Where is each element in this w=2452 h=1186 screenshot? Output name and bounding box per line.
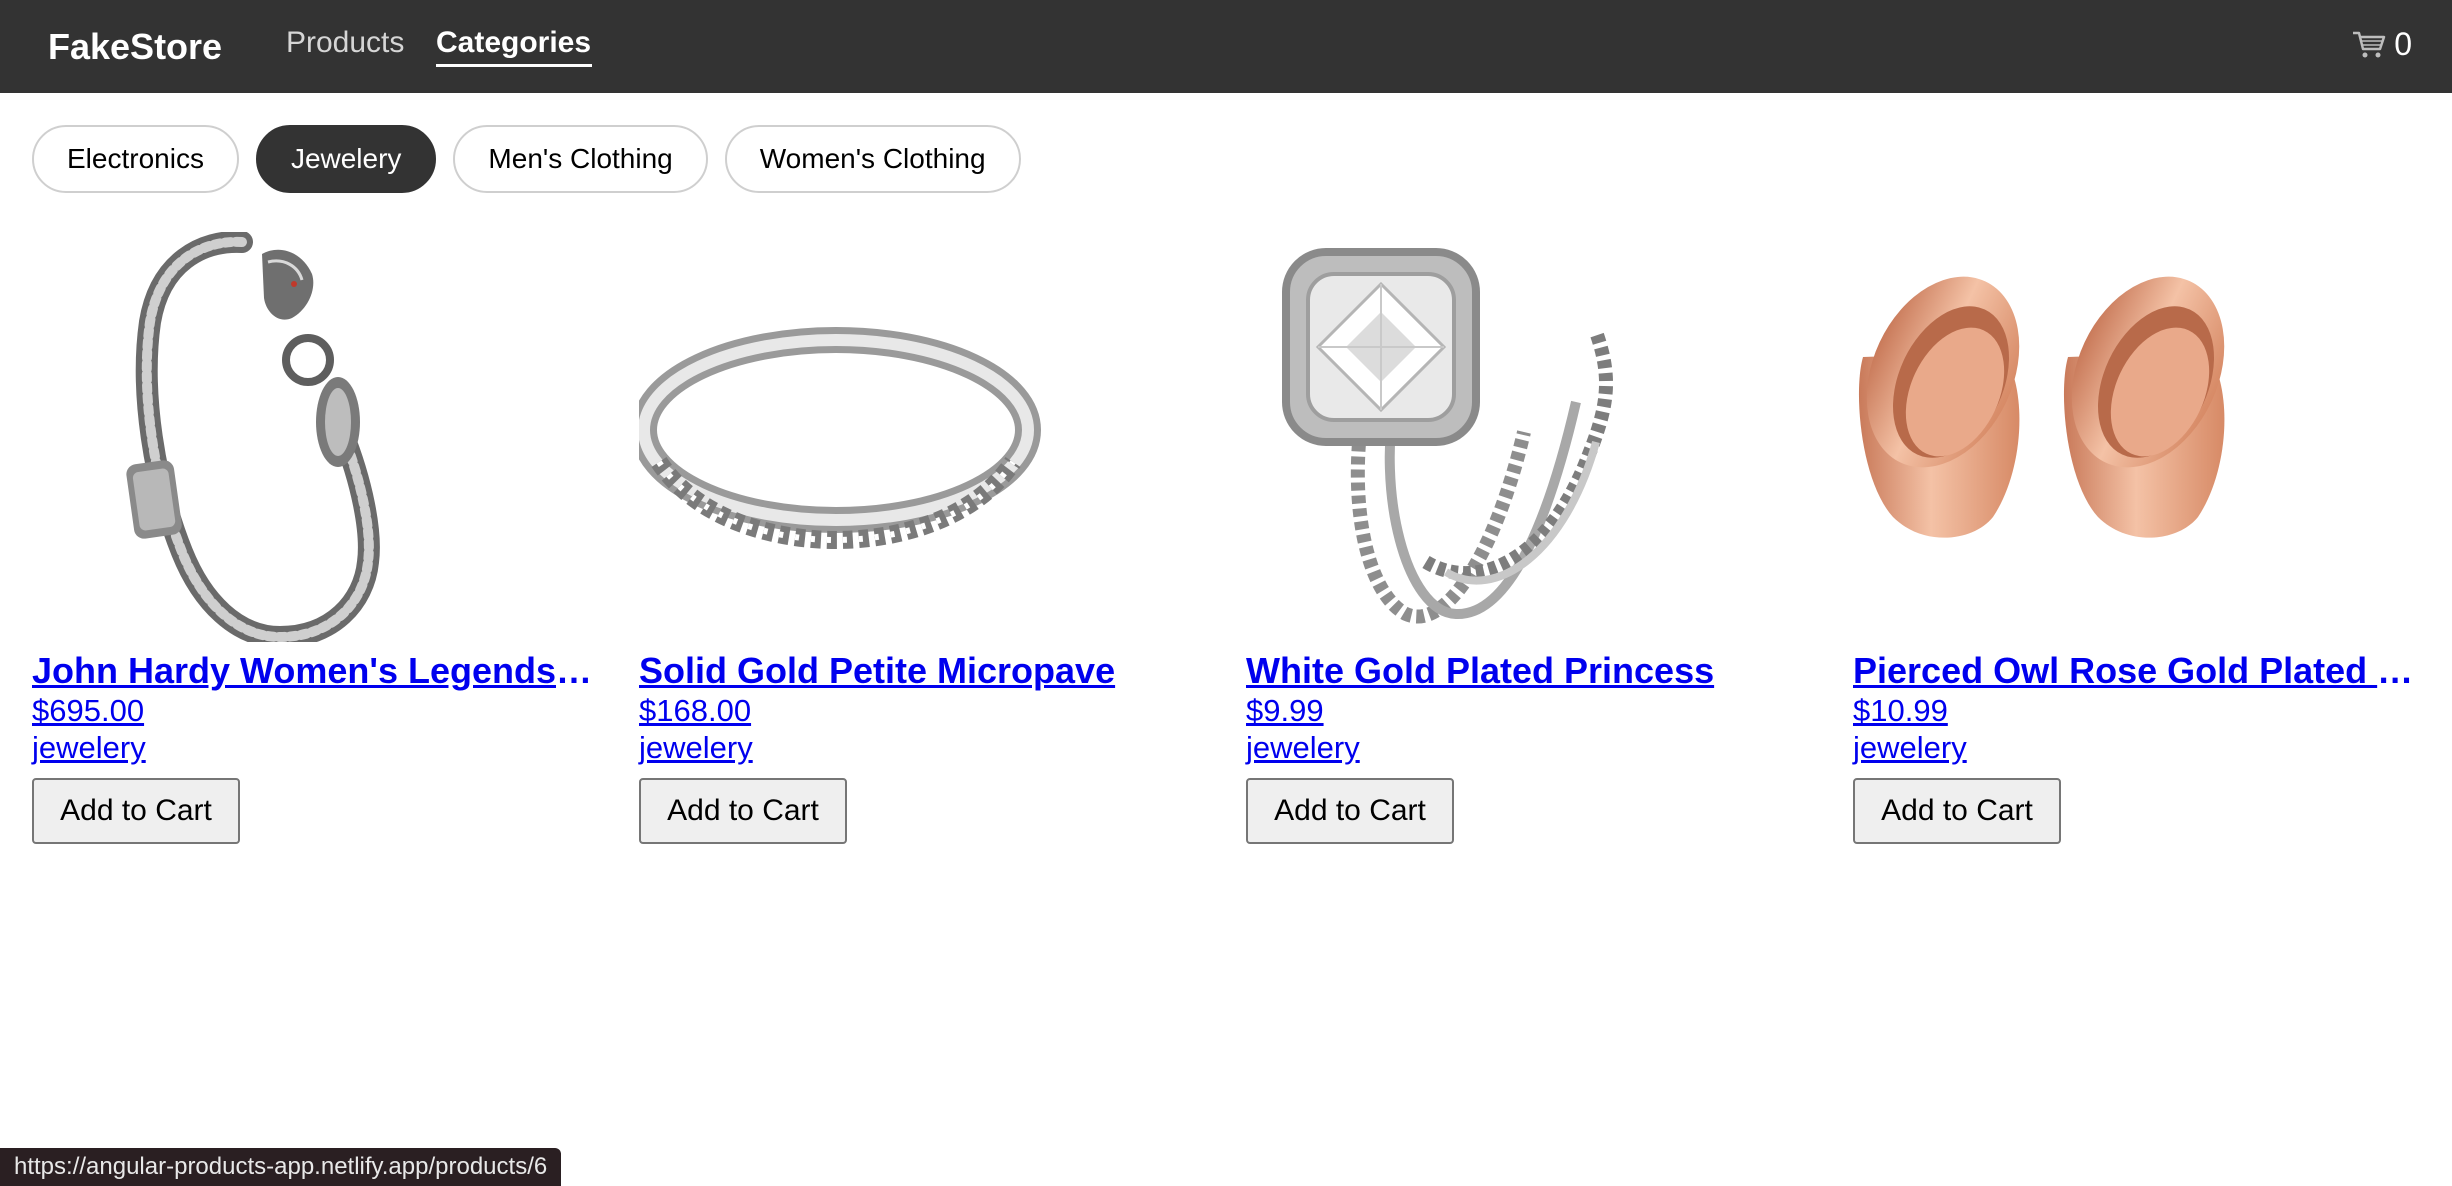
- product-title-link[interactable]: Solid Gold Petite Micropave: [639, 650, 1204, 692]
- cart-icon: [2352, 30, 2386, 60]
- product-category-link[interactable]: jewelery: [32, 729, 602, 766]
- product-title-link[interactable]: White Gold Plated Princess: [1246, 650, 1811, 692]
- active-nav-underline: [436, 64, 592, 67]
- product-card: John Hardy Women's Legends Naga Gold & S…: [32, 232, 602, 844]
- add-to-cart-button[interactable]: Add to Cart: [639, 778, 847, 844]
- brand-logo[interactable]: FakeStore: [48, 26, 222, 68]
- product-image-ring[interactable]: [639, 232, 1209, 642]
- category-chip-electronics[interactable]: Electronics: [32, 125, 239, 193]
- cart-count: 0: [2394, 26, 2412, 62]
- status-bar-url: https://angular-products-app.netlify.app…: [0, 1148, 562, 1186]
- add-to-cart-button[interactable]: Add to Cart: [1853, 778, 2061, 844]
- category-filter-bar: Electronics Jewelery Men's Clothing Wome…: [32, 125, 1021, 193]
- category-chip-mens-clothing[interactable]: Men's Clothing: [453, 125, 708, 193]
- product-category-link[interactable]: jewelery: [639, 729, 1209, 766]
- product-price-link[interactable]: $168.00: [639, 692, 1209, 729]
- product-image-diamond-ring[interactable]: [1246, 232, 1816, 642]
- product-category-link[interactable]: jewelery: [1246, 729, 1816, 766]
- product-title-link[interactable]: John Hardy Women's Legends Naga Gold & S…: [32, 650, 597, 692]
- add-to-cart-button[interactable]: Add to Cart: [32, 778, 240, 844]
- product-image-bracelet[interactable]: [32, 232, 602, 642]
- product-card: Solid Gold Petite Micropave $168.00 jewe…: [639, 232, 1209, 844]
- product-category-link[interactable]: jewelery: [1853, 729, 2423, 766]
- product-card: Pierced Owl Rose Gold Plated Stainless S…: [1853, 232, 2423, 844]
- category-chip-jewelery[interactable]: Jewelery: [255, 125, 437, 193]
- product-card: White Gold Plated Princess $9.99 jeweler…: [1246, 232, 1816, 844]
- product-title-link[interactable]: Pierced Owl Rose Gold Plated Stainless S…: [1853, 650, 2418, 692]
- top-navbar: FakeStore Products Categories 0: [0, 0, 2452, 93]
- add-to-cart-button[interactable]: Add to Cart: [1246, 778, 1454, 844]
- category-chip-womens-clothing[interactable]: Women's Clothing: [724, 125, 1021, 193]
- product-image-rose-gold-plugs[interactable]: [1853, 232, 2423, 642]
- nav-products-link[interactable]: Products: [286, 26, 404, 60]
- product-price-link[interactable]: $9.99: [1246, 692, 1816, 729]
- product-price-link[interactable]: $10.99: [1853, 692, 2423, 729]
- product-price-link[interactable]: $695.00: [32, 692, 602, 729]
- nav-categories-link[interactable]: Categories: [436, 26, 591, 60]
- cart-button[interactable]: 0: [2352, 26, 2412, 63]
